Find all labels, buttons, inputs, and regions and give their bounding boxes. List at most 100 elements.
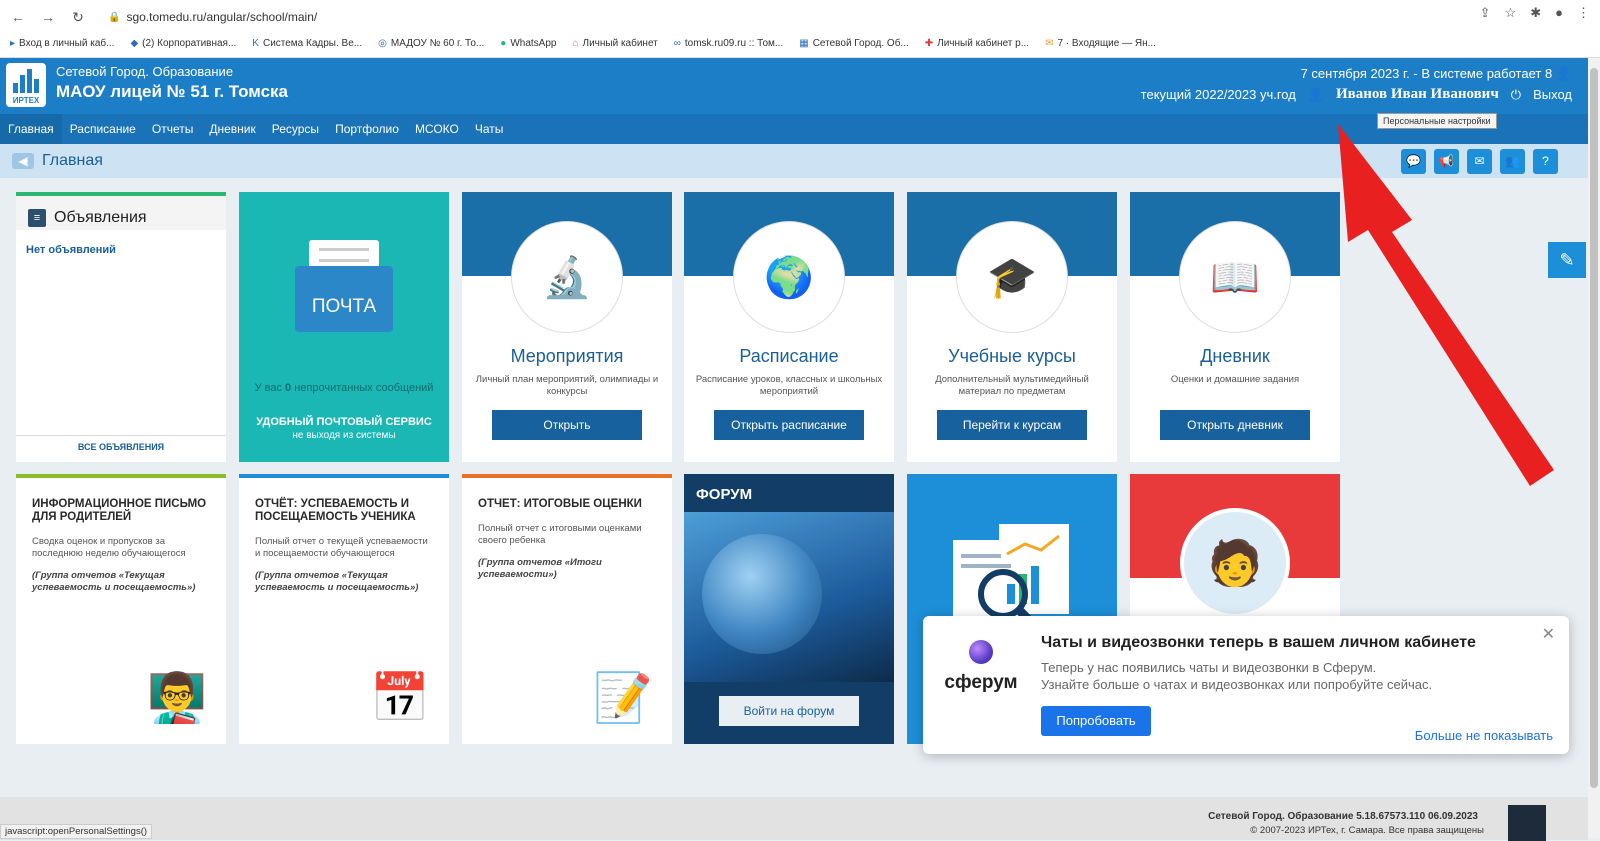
logo-text: ИРТЕХ [12, 96, 40, 105]
report-card-parents-letter[interactable]: ИНФОРМАЦИОННОЕ ПИСЬМО ДЛЯ РОДИТЕЛЕЙ Свод… [16, 474, 226, 744]
forum-image [684, 512, 894, 682]
announcements-card: ≡ Объявления Нет объявлений ВСЕ ОБЪЯВЛЕНИ… [16, 192, 226, 462]
share-icon[interactable]: ⇪ [1480, 5, 1491, 21]
person-phone-icon: 🧑 [1180, 508, 1290, 618]
mail-icon[interactable]: ✉ [1467, 149, 1492, 174]
page-title: Главная [42, 152, 103, 169]
envelope-icon: ПОЧТА [295, 240, 393, 332]
report-title: ОТЧЁТ: УСПЕВАЕМОСТЬ И ПОСЕЩАЕМОСТЬ УЧЕНИ… [255, 498, 416, 523]
tile-title: Мероприятия [510, 346, 624, 366]
bookmark-item[interactable]: ✉ 7 · Входящие — Ян... [1045, 38, 1156, 49]
report-card-attendance[interactable]: ОТЧЁТ: УСПЕВАЕМОСТЬ И ПОСЕЩАЕМОСТЬ УЧЕНИ… [239, 474, 449, 744]
unread-count: 0 [285, 382, 292, 394]
report-desc: Сводка оценок и пропусков за последнюю н… [32, 536, 186, 559]
header-user-row: текущий 2022/2023 уч.год 👤 Иванов Иван И… [1141, 86, 1572, 103]
menu-item-portfolio[interactable]: Портфолио [327, 114, 407, 144]
bookmark-item[interactable]: ⌂ Личный кабинет [572, 38, 657, 49]
megaphone-icon[interactable]: 📢 [1434, 149, 1459, 174]
bookmark-item[interactable]: ▦ Сетевой Город. Об... [799, 38, 909, 49]
mail-label: ПОЧТА [311, 296, 377, 317]
bookmark-item[interactable]: ● WhatsApp [500, 38, 556, 49]
report-desc: Полный отчет о текущей успеваемости и по… [255, 536, 428, 559]
footer: Сетевой Город. Образование 5.18.67573.11… [0, 797, 1588, 841]
go-to-courses-button[interactable]: Перейти к курсам [937, 410, 1087, 440]
more-icon[interactable]: ⋮ [1577, 5, 1590, 21]
bookmark-item[interactable]: ◆ (2) Корпоративная... [130, 38, 236, 49]
url-text: sgo.tomedu.ru/angular/school/main/ [126, 10, 318, 24]
bookmark-item[interactable]: ◎ МАДОУ № 60 г. То... [378, 38, 484, 49]
forward-icon[interactable]: → [36, 9, 60, 25]
tile-title: Дневник [1200, 346, 1270, 366]
reading-student-icon: 📖 [1180, 222, 1290, 332]
profile-icon[interactable]: ● [1555, 5, 1563, 21]
popup-title: Чаты и видеозвонки теперь в вашем личном… [1041, 634, 1476, 651]
report-title: ИНФОРМАЦИОННОЕ ПИСЬМО ДЛЯ РОДИТЕЛЕЙ [32, 498, 207, 523]
school-name: МАОУ лицей № 51 г. Томска [56, 82, 289, 101]
mail-service-subtitle: не выходя из системы [292, 430, 396, 441]
contacts-icon[interactable]: 👥 [1500, 149, 1525, 174]
menu-item-schedule[interactable]: Расписание [62, 114, 144, 144]
open-schedule-button[interactable]: Открыть расписание [714, 410, 864, 440]
toolbar: 💬 📢 ✉ 👥 ? [1401, 149, 1558, 174]
dont-show-again-link[interactable]: Больше не показывать [1415, 728, 1553, 743]
magic-wand-icon[interactable]: ✎ [1548, 242, 1586, 278]
report-card-final-grades[interactable]: ОТЧЕТ: ИТОГОВЫЕ ОЦЕНКИ Полный отчет с ит… [462, 474, 672, 744]
menu-item-main[interactable]: Главная [0, 114, 62, 144]
address-bar-row: ← → ↻ 🔒 sgo.tomedu.ru/angular/school/mai… [0, 5, 1600, 29]
bookmark-item[interactable]: ✚ Личный кабинет р... [925, 38, 1029, 49]
help-icon[interactable]: ? [1533, 149, 1558, 174]
bookmark-item[interactable]: K Система Кадры. Ве... [252, 38, 362, 49]
menu-item-resources[interactable]: Ресурсы [264, 114, 327, 144]
courses-tile: 🎓 Учебные курсы Дополнительный мультимед… [907, 192, 1117, 462]
bookmark-item[interactable]: ▸ Вход в личный каб... [10, 38, 114, 49]
no-announcements: Нет объявлений [26, 244, 116, 256]
extensions-icon[interactable]: ✱ [1530, 5, 1541, 21]
chat-icon[interactable]: 💬 [1401, 149, 1426, 174]
mail-card[interactable]: ПОЧТА У вас 0 непрочитанных сообщений УД… [239, 192, 449, 462]
menu-item-msoko[interactable]: МСОКО [407, 114, 467, 144]
footer-copyright: © 2007-2023 ИРТех, г. Самара. Все права … [1250, 825, 1484, 836]
back-arrow-icon[interactable]: ◀ [12, 153, 34, 169]
globe-icon: 🌍 [734, 222, 844, 332]
report-group: (Группа отчетов «Итоги успеваемости») [478, 557, 602, 580]
user-name-link[interactable]: Иванов Иван Иванович [1336, 86, 1499, 103]
logout-link[interactable]: Выход [1533, 87, 1572, 102]
menu-item-chats[interactable]: Чаты [467, 114, 512, 144]
back-icon[interactable]: ← [6, 9, 30, 25]
open-diary-button[interactable]: Открыть дневник [1160, 410, 1310, 440]
menu-item-reports[interactable]: Отчеты [144, 114, 201, 144]
forum-card: ФОРУМ Войти на форум [684, 474, 894, 744]
open-events-button[interactable]: Открыть [492, 410, 642, 440]
enter-forum-button[interactable]: Войти на форум [719, 696, 859, 726]
report-group: (Группа отчетов «Текущая успеваемость и … [32, 570, 196, 593]
report-group: (Группа отчетов «Текущая успеваемость и … [255, 570, 419, 593]
star-icon[interactable]: ☆ [1505, 5, 1517, 21]
forum-title: ФОРУМ [696, 486, 753, 503]
report-title: ОТЧЕТ: ИТОГОВЫЕ ОЦЕНКИ [478, 498, 642, 510]
list-icon: ≡ [28, 209, 46, 227]
scrollbar[interactable] [1588, 58, 1600, 838]
irtech-logo[interactable]: ИРТЕХ [6, 63, 46, 107]
menu-item-diary[interactable]: Дневник [201, 114, 263, 144]
url-field[interactable]: 🔒 sgo.tomedu.ru/angular/school/main/ [108, 10, 317, 24]
lock-icon: 🔒 [108, 11, 121, 23]
breadcrumb: ◀ Главная 💬 📢 ✉ 👥 ? [0, 144, 1600, 178]
diary-tile: 📖 Дневник Оценки и домашние задания Откр… [1130, 192, 1340, 462]
try-button[interactable]: Попробовать [1041, 706, 1151, 736]
bookmark-item[interactable]: ∞ tomsk.ru09.ru :: Том... [674, 38, 784, 49]
all-announcements-link[interactable]: ВСЕ ОБЪЯВЛЕНИЯ [16, 435, 226, 452]
schedule-tile: 🌍 Расписание Расписание уроков, классных… [684, 192, 894, 462]
tile-title: Расписание [739, 346, 839, 366]
site-header: ИРТЕХ Сетевой Город. Образование МАОУ ли… [0, 58, 1600, 114]
tile-desc: Личный план мероприятий, олимпиады и кон… [475, 374, 659, 397]
status-bar-link: javascript:openPersonalSettings() [0, 824, 153, 839]
close-icon[interactable]: ✕ [1542, 624, 1555, 644]
unread-count-text: У вас 0 непрочитанных сообщений [254, 382, 434, 394]
school-year[interactable]: текущий 2022/2023 уч.год [1141, 87, 1296, 102]
reload-icon[interactable]: ↻ [66, 9, 90, 26]
microscope-icon: 🔬 [512, 222, 622, 332]
grades-screen-icon: 📝 [593, 672, 653, 725]
sferum-popup: ✕ сферум Чаты и видеозвонки теперь в ваш… [923, 616, 1569, 754]
report-desc: Полный отчет с итоговыми оценками своего… [478, 523, 642, 546]
announcements-title: Объявления [54, 209, 147, 226]
